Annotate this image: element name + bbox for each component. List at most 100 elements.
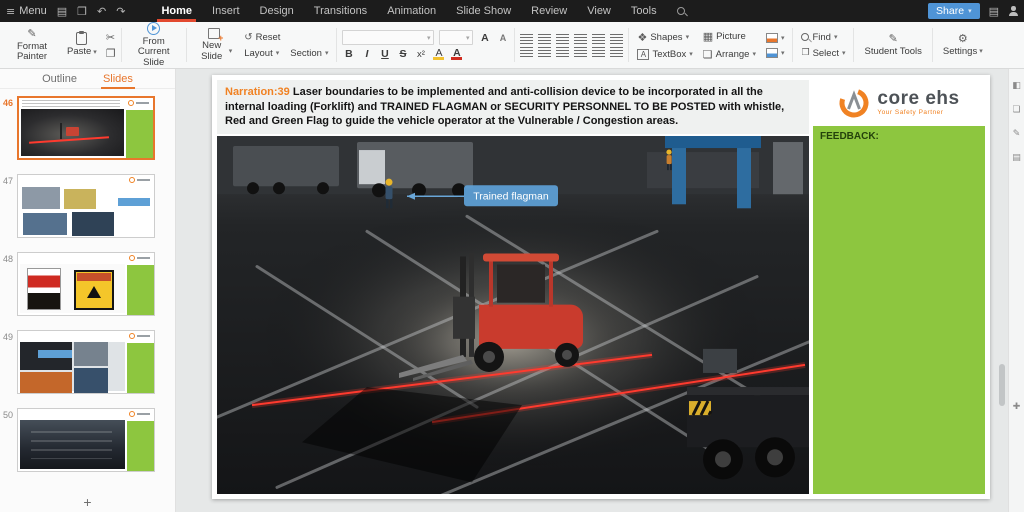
tab-transitions[interactable]: Transitions xyxy=(304,0,377,22)
tab-outline[interactable]: Outline xyxy=(40,69,79,89)
shrink-font-button[interactable]: A xyxy=(496,33,509,43)
ribbon-separator xyxy=(792,28,793,62)
shape-fill-button[interactable]: ▾ xyxy=(763,32,788,44)
narration-body: Laser boundaries to be implemented and a… xyxy=(225,86,784,127)
select-button[interactable]: ❒ Select ▾ xyxy=(798,47,848,60)
tab-animation[interactable]: Animation xyxy=(377,0,446,22)
ribbon-tabs: Home Insert Design Transitions Animation… xyxy=(151,0,694,22)
section-button[interactable]: Section ▾ xyxy=(287,47,331,60)
student-tools-label: Student Tools xyxy=(864,47,921,57)
thumbnail[interactable] xyxy=(17,408,155,472)
tab-view[interactable]: View xyxy=(577,0,621,22)
grow-font-button[interactable]: A xyxy=(478,32,491,44)
thumbnail[interactable] xyxy=(17,252,155,316)
add-panel-icon[interactable]: ✚ xyxy=(1013,402,1021,412)
find-button[interactable]: Find ▾ xyxy=(798,31,848,44)
warehouse-scene-svg: Trained flagman xyxy=(217,136,809,494)
notes-panel-icon[interactable]: ✎ xyxy=(1013,129,1021,139)
align-center-icon[interactable] xyxy=(538,47,551,57)
font-name-caret-icon: ▾ xyxy=(427,34,431,42)
export-icon[interactable]: ❐ xyxy=(77,5,87,18)
textbox-button[interactable]: A TextBox ▾ xyxy=(634,48,695,61)
settings-button[interactable]: ⚙ Settings ▾ xyxy=(938,31,988,60)
comments-panel-icon[interactable]: ❏ xyxy=(1012,105,1020,115)
copy-icon[interactable]: ❐ xyxy=(106,47,116,60)
shapes-button[interactable]: ❖ Shapes ▾ xyxy=(634,30,695,45)
slide-thumbnail-49: 49 xyxy=(0,330,175,394)
save-icon[interactable]: ▤ xyxy=(57,5,67,18)
student-tools-button[interactable]: ✎ Student Tools xyxy=(859,31,926,60)
thumb-narration-lines xyxy=(22,100,120,108)
line-spacing-icon[interactable] xyxy=(592,34,605,44)
format-painter-button[interactable]: ✎ Format Painter xyxy=(6,26,58,65)
tab-insert[interactable]: Insert xyxy=(202,0,250,22)
brand-logo[interactable]: core ehs Your Safety Partner xyxy=(813,80,985,126)
thumbnail[interactable] xyxy=(17,330,155,394)
from-current-slide-button[interactable]: From Current Slide xyxy=(127,20,181,70)
tab-tools[interactable]: Tools xyxy=(621,0,667,22)
add-slide-button[interactable]: + xyxy=(83,494,91,510)
numbering-icon[interactable] xyxy=(538,34,551,44)
feedback-panel[interactable]: FEEDBACK: xyxy=(813,126,985,494)
layout-panel-icon[interactable]: ▤ xyxy=(1012,153,1021,163)
reset-button[interactable]: ↺ Reset xyxy=(241,31,331,44)
thumbnail[interactable] xyxy=(17,96,155,160)
align-right-icon[interactable] xyxy=(556,47,569,57)
cut-icon[interactable]: ✂ xyxy=(106,31,116,44)
layout-button[interactable]: Layout ▾ xyxy=(241,47,282,60)
numbering-options-icon[interactable] xyxy=(610,47,623,57)
narration-textbox[interactable]: Narration:39 Laser boundaries to be impl… xyxy=(217,80,809,134)
tab-slide-show[interactable]: Slide Show xyxy=(446,0,521,22)
font-name-select[interactable]: ▾ xyxy=(342,30,434,45)
canvas-scrollbar-thumb[interactable] xyxy=(999,364,1005,406)
user-icon[interactable] xyxy=(1008,6,1018,16)
tab-slides[interactable]: Slides xyxy=(101,69,135,89)
share-button[interactable]: Share ▾ xyxy=(928,3,980,19)
font-size-select[interactable]: ▾ xyxy=(439,30,473,45)
text-direction-icon[interactable] xyxy=(610,34,623,44)
tab-design[interactable]: Design xyxy=(250,0,304,22)
canvas-scrollbar[interactable] xyxy=(998,69,1005,512)
warehouse-image[interactable]: Trained flagman xyxy=(217,136,809,494)
font-color-button[interactable]: A xyxy=(450,48,463,59)
clipboard-group: ✎ Format Painter Paste ▾ ✂ ❐ xyxy=(4,24,118,66)
find-label: Find xyxy=(812,32,830,43)
tab-home[interactable]: Home xyxy=(151,0,202,22)
tab-review[interactable]: Review xyxy=(521,0,577,22)
shape-fill-icon xyxy=(766,33,778,43)
new-slide-button[interactable]: New Slide ▾ xyxy=(192,26,238,64)
justify-icon[interactable] xyxy=(574,47,587,57)
menu-button[interactable]: ≡ Menu xyxy=(6,5,47,18)
skin-icon[interactable]: ▤ xyxy=(989,5,999,18)
shape-outline-icon xyxy=(766,48,778,58)
highlight-color-button[interactable]: A xyxy=(432,48,445,59)
arrange-button[interactable]: ❏ Arrange ▾ xyxy=(700,47,759,62)
properties-panel-icon[interactable]: ◧ xyxy=(1012,81,1021,91)
superscript-button[interactable]: x² xyxy=(414,49,427,60)
outdent-icon[interactable] xyxy=(556,34,569,44)
align-left-icon[interactable] xyxy=(520,47,533,57)
columns-icon[interactable] xyxy=(592,47,605,57)
picture-button[interactable]: ▦ Picture xyxy=(700,29,759,44)
bullets-icon[interactable] xyxy=(520,34,533,44)
underline-button[interactable]: U xyxy=(378,48,391,60)
select-caret-icon: ▾ xyxy=(842,49,846,57)
redo-icon[interactable]: ↷ xyxy=(116,5,125,18)
slide-canvas[interactable]: Narration:39 Laser boundaries to be impl… xyxy=(176,69,1008,512)
paste-button[interactable]: Paste ▾ xyxy=(62,30,102,59)
section-label: Section xyxy=(290,48,322,59)
slide-thumbnail-50: 50 xyxy=(0,408,175,472)
thumb-feedback-strip xyxy=(126,110,153,158)
italic-button[interactable]: I xyxy=(360,48,373,60)
bold-button[interactable]: B xyxy=(342,48,355,60)
indent-icon[interactable] xyxy=(574,34,587,44)
share-label: Share xyxy=(936,5,964,17)
shape-outline-button[interactable]: ▾ xyxy=(763,47,788,59)
strikethrough-button[interactable]: S xyxy=(396,48,409,60)
ribbon-search[interactable] xyxy=(667,0,695,22)
select-label: Select xyxy=(813,48,839,59)
slide-thumbnail-46: 46 xyxy=(0,96,175,160)
undo-icon[interactable]: ↶ xyxy=(97,5,106,18)
thumbnail[interactable] xyxy=(17,174,155,238)
arrange-icon: ❏ xyxy=(703,48,713,61)
